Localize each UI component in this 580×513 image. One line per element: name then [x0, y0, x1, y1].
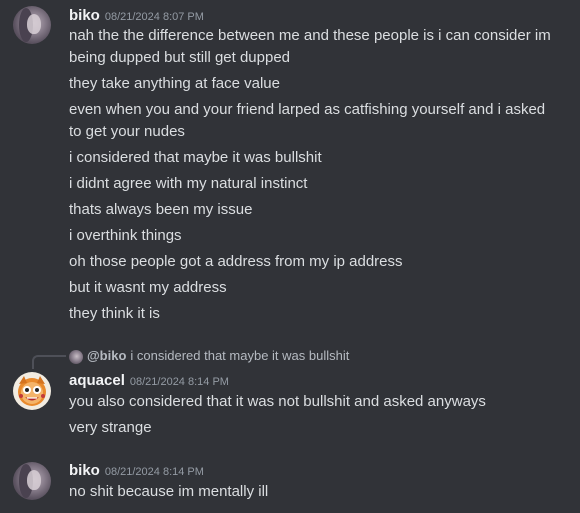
chat-message-list: biko 08/21/2024 8:07 PM nah the the diffe… [0, 0, 580, 513]
username[interactable]: biko [69, 462, 100, 479]
message-text: i didnt agree with my natural instinct [69, 175, 308, 192]
message-text: i considered that maybe it was bullshit [69, 149, 322, 166]
cartoon-face-avatar-icon[interactable] [13, 372, 51, 410]
message-header: aquacel 08/21/2024 8:14 PM [69, 370, 229, 390]
message-header: biko 08/21/2024 8:14 PM [69, 460, 204, 480]
message-text: very strange [69, 419, 152, 436]
message-text: nah the the difference between me and th… [69, 27, 551, 44]
timestamp: 08/21/2024 8:14 PM [129, 376, 229, 388]
message-text: i overthink things [69, 227, 182, 244]
user-avatar-icon[interactable] [13, 6, 51, 44]
message-text: you also considered that it was not bull… [69, 393, 486, 410]
username[interactable]: aquacel [69, 372, 125, 389]
message-text: they take anything at face value [69, 75, 280, 92]
reply-mention[interactable]: @biko [87, 348, 126, 363]
reply-text: i considered that maybe it was bullshit [130, 348, 350, 363]
timestamp: 08/21/2024 8:14 PM [104, 466, 204, 478]
reply-preview[interactable]: @biko i considered that maybe it was bull… [69, 347, 349, 365]
timestamp: 08/21/2024 8:07 PM [104, 11, 204, 23]
reply-avatar-icon [69, 349, 83, 364]
message-text: they think it is [69, 305, 160, 322]
message-text: thats always been my issue [69, 201, 253, 218]
message-text: even when you and your friend larped as … [69, 101, 546, 118]
user-avatar-icon[interactable] [13, 462, 51, 500]
message-text: no shit because im mentally ill [69, 483, 269, 500]
message-text: oh those people got a address from my ip… [69, 253, 403, 270]
message-text: to get your nudes [69, 123, 185, 140]
message-text: being dupped but still get dupped [69, 49, 291, 66]
username[interactable]: biko [69, 7, 100, 24]
message-header: biko 08/21/2024 8:07 PM [69, 5, 204, 25]
message-text: but it wasnt my address [69, 279, 227, 296]
reply-spine [32, 355, 66, 369]
